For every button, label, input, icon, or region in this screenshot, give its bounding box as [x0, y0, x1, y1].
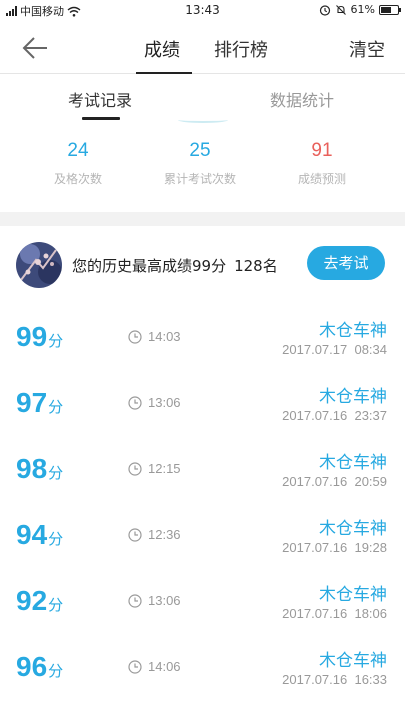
- score-unit: 分: [48, 596, 64, 614]
- record-duration: 14:03: [128, 329, 181, 344]
- alarm-icon: [319, 4, 330, 16]
- list-item[interactable]: 94分 12:36 木仓车神 2017.07.16 19:28: [0, 500, 405, 566]
- back-arrow-icon[interactable]: [20, 34, 50, 62]
- record-score: 94分: [16, 519, 63, 551]
- record-duration: 12:36: [128, 527, 181, 542]
- avatar[interactable]: [16, 242, 62, 288]
- clock-icon: [128, 593, 142, 608]
- stat-label: 成绩预测: [297, 172, 346, 186]
- nav-bar: 成绩 排行榜 清空: [0, 22, 405, 74]
- score-value: 97: [16, 387, 48, 418]
- tab-score[interactable]: 成绩: [144, 36, 180, 62]
- record-date: 2017.07.16 18:06: [282, 606, 387, 621]
- decorative-arc: [178, 117, 228, 123]
- record-duration: 14:06: [128, 659, 181, 674]
- battery-percent: 61%: [350, 3, 375, 16]
- duration-value: 12:15: [148, 461, 181, 476]
- stat-label: 及格次数: [53, 172, 102, 186]
- record-score: 92分: [16, 585, 63, 617]
- record-date: 2017.07.16 20:59: [282, 474, 387, 489]
- exam-record-list: 99分 14:03 木仓车神 2017.07.17 08:34 97分 13:06 木仓车神…: [0, 302, 405, 698]
- section-divider: [0, 212, 405, 226]
- best-score-row: 您的历史最高成绩99分 128名 去考试: [0, 226, 405, 302]
- duration-value: 13:06: [148, 395, 181, 410]
- list-item[interactable]: 98分 12:15 木仓车神 2017.07.16 20:59: [0, 434, 405, 500]
- score-unit: 分: [48, 464, 64, 482]
- clock-icon: [128, 461, 142, 476]
- duration-value: 13:06: [148, 593, 181, 608]
- list-item[interactable]: 97分 13:06 木仓车神 2017.07.16 23:37: [0, 368, 405, 434]
- clear-button[interactable]: 清空: [349, 36, 385, 62]
- user-name[interactable]: 木仓车神: [319, 514, 387, 539]
- user-name[interactable]: 木仓车神: [319, 316, 387, 341]
- best-score-label: 您的历史最高成绩99分: [72, 257, 227, 275]
- record-date: 2017.07.16 16:33: [282, 672, 387, 687]
- record-duration: 13:06: [128, 593, 181, 608]
- score-unit: 分: [48, 662, 64, 680]
- score-unit: 分: [48, 332, 64, 350]
- duration-value: 14:03: [148, 329, 181, 344]
- user-name[interactable]: 木仓车神: [319, 646, 387, 671]
- record-score: 98分: [16, 453, 63, 485]
- go-exam-button[interactable]: 去考试: [307, 246, 385, 280]
- stat-prediction: 91 成绩预测: [252, 140, 392, 187]
- record-score: 99分: [16, 321, 63, 353]
- clock-icon: [128, 659, 142, 674]
- score-unit: 分: [48, 398, 64, 416]
- stats-panel: 24 及格次数 25 累计考试次数 91 成绩预测: [0, 128, 405, 208]
- score-value: 94: [16, 519, 48, 550]
- list-item[interactable]: 92分 13:06 木仓车神 2017.07.16 18:06: [0, 566, 405, 632]
- record-duration: 12:15: [128, 461, 181, 476]
- clock-icon: [128, 527, 142, 542]
- score-unit: 分: [48, 530, 64, 548]
- tab-indicator: [136, 72, 192, 74]
- subtab-indicator: [82, 117, 120, 120]
- stat-value: 24: [67, 140, 89, 161]
- subtab-exam-records[interactable]: 考试记录: [68, 87, 132, 111]
- list-item[interactable]: 99分 14:03 木仓车神 2017.07.17 08:34: [0, 302, 405, 368]
- record-score: 96分: [16, 651, 63, 683]
- tab-ranking[interactable]: 排行榜: [214, 36, 268, 62]
- clock-icon: [128, 395, 142, 410]
- list-item[interactable]: 96分 14:06 木仓车神 2017.07.16 16:33: [0, 632, 405, 698]
- record-duration: 13:06: [128, 395, 181, 410]
- user-name[interactable]: 木仓车神: [319, 580, 387, 605]
- user-name[interactable]: 木仓车神: [319, 382, 387, 407]
- subtab-data-stats[interactable]: 数据统计: [270, 87, 334, 111]
- sub-tabs: 考试记录 数据统计: [0, 75, 405, 120]
- score-value: 96: [16, 651, 48, 682]
- record-date: 2017.07.16 19:28: [282, 540, 387, 555]
- score-value: 99: [16, 321, 48, 352]
- clock-icon: [128, 329, 142, 344]
- stat-total-exams: 25 累计考试次数: [130, 140, 270, 187]
- stat-value: 91: [311, 140, 333, 161]
- record-date: 2017.07.17 08:34: [282, 342, 387, 357]
- silent-bell-icon: [335, 4, 346, 15]
- duration-value: 12:36: [148, 527, 181, 542]
- score-value: 92: [16, 585, 48, 616]
- stat-value: 25: [189, 140, 211, 161]
- best-score-text: 您的历史最高成绩99分 128名: [72, 255, 278, 276]
- score-value: 98: [16, 453, 48, 484]
- stat-pass-count: 24 及格次数: [8, 140, 148, 187]
- rank-label: 128名: [234, 257, 278, 275]
- user-name[interactable]: 木仓车神: [319, 448, 387, 473]
- battery-icon: [379, 4, 401, 15]
- status-bar: 中国移动 13:43 61%: [0, 0, 405, 22]
- duration-value: 14:06: [148, 659, 181, 674]
- stat-label: 累计考试次数: [163, 172, 236, 186]
- record-date: 2017.07.16 23:37: [282, 408, 387, 423]
- record-score: 97分: [16, 387, 63, 419]
